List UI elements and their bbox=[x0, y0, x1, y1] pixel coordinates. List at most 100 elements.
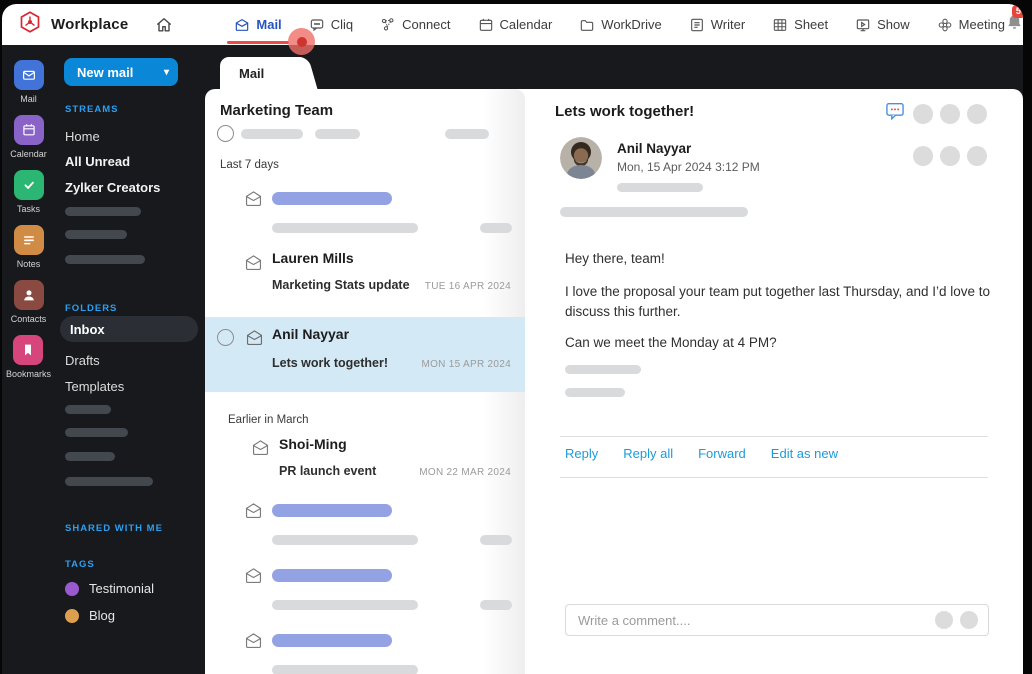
email-checkbox[interactable] bbox=[217, 329, 234, 346]
cliq-icon bbox=[310, 18, 323, 31]
message-datetime: Mon, 15 Apr 2024 3:12 PM bbox=[617, 160, 760, 174]
email-row-selected[interactable]: Anil Nayyar Lets work together! MON 15 A… bbox=[205, 317, 525, 392]
email-date: TUE 16 APR 2024 bbox=[424, 281, 511, 292]
divider bbox=[560, 477, 988, 478]
calendar-app-icon bbox=[13, 115, 44, 145]
rail-item-bookmarks[interactable]: Bookmarks bbox=[6, 335, 51, 379]
sidebar-item-all-unread[interactable]: All Unread bbox=[65, 154, 130, 169]
app-nav: Mail Cliq Connect Calendar WorkDrive Wri… bbox=[227, 17, 1005, 44]
skeleton-bar bbox=[272, 569, 392, 582]
group-label-earlier-in-march: Earlier in March bbox=[228, 414, 309, 426]
email-date: MON 15 APR 2024 bbox=[421, 359, 511, 370]
email-subject[interactable]: PR launch event bbox=[279, 464, 376, 478]
connect-icon bbox=[381, 17, 394, 30]
mail-icon bbox=[236, 18, 249, 31]
envelope-icon bbox=[244, 190, 263, 207]
rail-item-notes[interactable]: Notes bbox=[13, 225, 44, 269]
bookmarks-app-icon bbox=[13, 335, 44, 365]
folders-section-label: FOLDERS bbox=[65, 303, 118, 314]
skeleton-bar bbox=[560, 207, 748, 217]
comment-input[interactable] bbox=[578, 612, 928, 628]
nav-sheet[interactable]: Sheet bbox=[772, 17, 828, 33]
shared-section-label: SHARED WITH ME bbox=[65, 523, 163, 534]
nav-show[interactable]: Show bbox=[855, 17, 910, 33]
home-icon[interactable] bbox=[154, 15, 174, 35]
new-mail-button[interactable]: New mail ▾ bbox=[64, 58, 178, 86]
click-indicator bbox=[288, 28, 315, 55]
skeleton-bar bbox=[241, 129, 303, 139]
mail-list: Marketing Team Last 7 days Lauren Mills … bbox=[205, 89, 525, 674]
comment-icon[interactable] bbox=[884, 100, 906, 127]
skeleton-bar bbox=[480, 223, 512, 233]
sidebar-item-home[interactable]: Home bbox=[65, 129, 100, 144]
content-area: Mail Marketing Team Last 7 days Lauren M… bbox=[205, 45, 1023, 674]
email-sender[interactable]: Anil Nayyar bbox=[272, 326, 349, 342]
rail-item-contacts[interactable]: Contacts bbox=[11, 280, 46, 324]
chevron-down-icon[interactable]: ▾ bbox=[164, 67, 169, 78]
nav-connect[interactable]: Connect bbox=[380, 17, 451, 33]
comment-action-placeholder[interactable] bbox=[935, 611, 953, 629]
nav-meeting[interactable]: Meeting bbox=[937, 17, 1005, 33]
body-paragraph: I love the proposal your team put togeth… bbox=[565, 284, 990, 320]
contacts-app-icon bbox=[13, 280, 44, 310]
email-subject[interactable]: Marketing Stats update bbox=[272, 278, 410, 292]
sidebar-item-zylker-creators[interactable]: Zylker Creators bbox=[65, 180, 160, 195]
email-subject[interactable]: Lets work together! bbox=[272, 356, 388, 370]
select-all-checkbox[interactable] bbox=[217, 125, 234, 142]
forward-link[interactable]: Forward bbox=[698, 446, 746, 461]
comment-action-placeholder[interactable] bbox=[960, 611, 978, 629]
nav-mail[interactable]: Mail bbox=[227, 17, 289, 44]
mail-tab[interactable]: Mail bbox=[220, 57, 300, 90]
tag-blog[interactable]: Blog bbox=[65, 608, 115, 623]
skeleton-bar bbox=[272, 192, 392, 205]
workplace-logo-icon bbox=[18, 10, 42, 39]
rail-item-tasks[interactable]: Tasks bbox=[13, 170, 44, 214]
notifications-button[interactable]: 5 bbox=[1005, 4, 1023, 38]
workdrive-icon bbox=[581, 19, 594, 31]
tag-testimonial[interactable]: Testimonial bbox=[65, 581, 154, 596]
message-subject: Lets work together! bbox=[555, 103, 695, 120]
nav-calendar[interactable]: Calendar bbox=[478, 17, 552, 33]
divider bbox=[560, 436, 988, 437]
workplace-logo[interactable]: Workplace bbox=[18, 10, 128, 39]
skeleton-bar bbox=[272, 665, 418, 674]
rail-item-mail[interactable]: Mail bbox=[13, 60, 44, 104]
skeleton-bar bbox=[65, 405, 111, 414]
sender-name: Anil Nayyar bbox=[617, 141, 692, 156]
mailbox-title: Marketing Team bbox=[220, 102, 334, 119]
tag-color-dot bbox=[65, 581, 79, 596]
toolbar-action-placeholder[interactable] bbox=[913, 103, 933, 124]
edit-as-new-link[interactable]: Edit as new bbox=[771, 446, 838, 461]
active-nav-underline bbox=[227, 40, 289, 44]
nav-cliq[interactable]: Cliq bbox=[309, 17, 353, 33]
email-sender[interactable]: Shoi-Ming bbox=[279, 436, 347, 452]
reply-actions: Reply Reply all Forward Edit as new bbox=[565, 446, 838, 461]
email-sender[interactable]: Lauren Mills bbox=[272, 250, 354, 266]
nav-workdrive[interactable]: WorkDrive bbox=[579, 17, 662, 33]
mail-app-icon bbox=[13, 60, 44, 90]
reply-all-link[interactable]: Reply all bbox=[623, 446, 673, 461]
content-panel: Marketing Team Last 7 days Lauren Mills … bbox=[205, 89, 1023, 674]
message-actions-row bbox=[913, 146, 987, 166]
skeleton-bar bbox=[272, 223, 418, 233]
sidebar-item-drafts[interactable]: Drafts bbox=[65, 353, 100, 368]
reply-link[interactable]: Reply bbox=[565, 446, 598, 461]
skeleton-bar bbox=[272, 504, 392, 517]
toolbar-action-placeholder[interactable] bbox=[940, 103, 960, 124]
sidebar-item-inbox[interactable]: Inbox bbox=[60, 316, 198, 342]
meeting-icon bbox=[938, 18, 952, 31]
skeleton-bar bbox=[65, 255, 145, 264]
message-action-placeholder[interactable] bbox=[940, 146, 960, 166]
app-window: Workplace Mail Cliq Connect Calendar Wor… bbox=[2, 4, 1023, 674]
notes-app-icon bbox=[13, 225, 44, 255]
skeleton-bar bbox=[272, 634, 392, 647]
nav-writer[interactable]: Writer bbox=[689, 17, 745, 33]
skeleton-bar bbox=[272, 600, 418, 610]
show-icon bbox=[856, 18, 870, 31]
skeleton-bar bbox=[65, 428, 128, 437]
sidebar-item-templates[interactable]: Templates bbox=[65, 379, 124, 394]
message-action-placeholder[interactable] bbox=[967, 146, 987, 166]
toolbar-action-placeholder[interactable] bbox=[967, 103, 987, 124]
rail-item-calendar[interactable]: Calendar bbox=[10, 115, 47, 159]
message-action-placeholder[interactable] bbox=[913, 146, 933, 166]
